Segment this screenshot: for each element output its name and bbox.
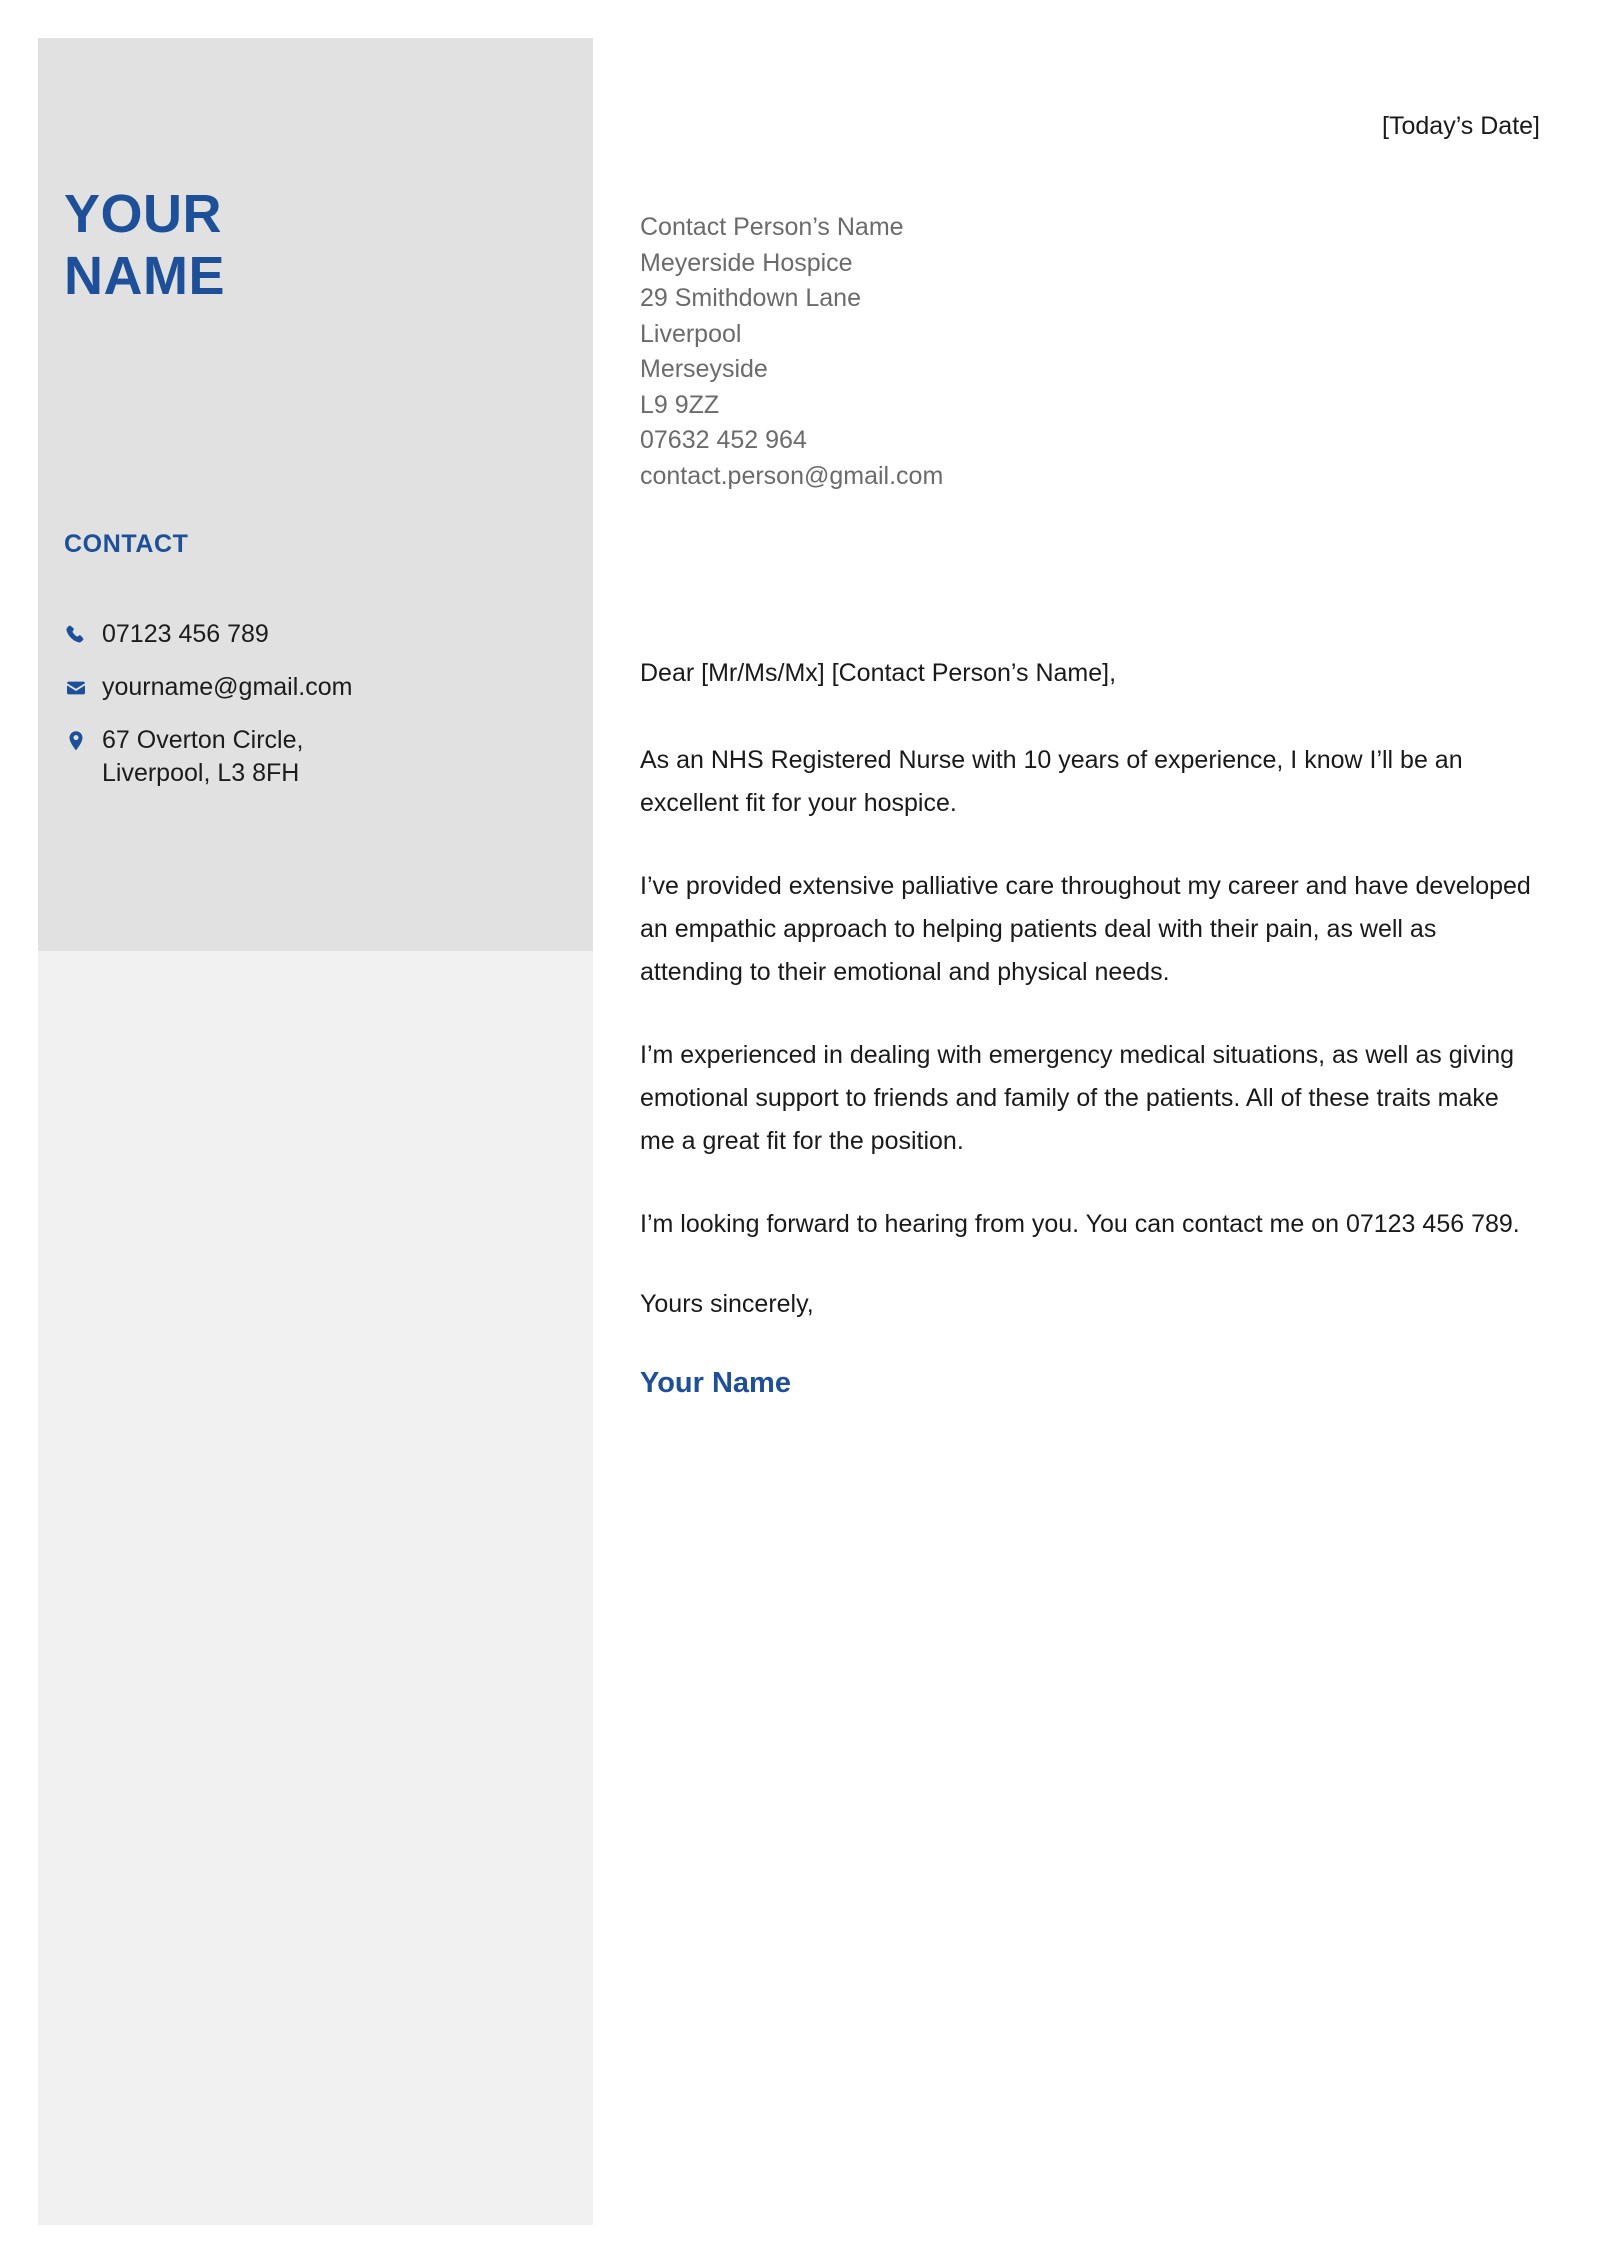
- body-paragraph: I’ve provided extensive palliative care …: [640, 872, 1531, 987]
- envelope-icon: [64, 671, 102, 700]
- applicant-name: YOUR NAME: [64, 184, 564, 307]
- recipient-line: 29 Smithdown Lane: [640, 284, 861, 312]
- location-pin-icon: [64, 724, 102, 753]
- recipient-line: contact.person@gmail.com: [640, 461, 944, 490]
- phone-icon: [64, 618, 102, 647]
- contact-item-email: yourname@gmail.com: [64, 671, 564, 704]
- recipient-line: Liverpool: [640, 319, 742, 348]
- contact-phone-text: 07123 456 789: [102, 620, 269, 648]
- body-paragraph: I’m experienced in dealing with emergenc…: [640, 1041, 1515, 1156]
- body-paragraph: As an NHS Registered Nurse with 10 years…: [640, 746, 1463, 818]
- body-paragraph: I’m looking forward to hearing from you.…: [640, 1210, 1520, 1239]
- recipient-line: Contact Person’s Name: [640, 213, 904, 241]
- letter-body: Dear [Mr/Ms/Mx] [Contact Person’s Name],…: [640, 655, 1540, 1400]
- applicant-name-line-2: NAME: [64, 245, 225, 306]
- sidebar-header-band: [38, 38, 593, 951]
- letter-date: [Today’s Date]: [1382, 112, 1540, 140]
- recipient-line: 07632 452 964: [640, 426, 807, 454]
- recipient-address-block: Contact Person’s Name Meyerside Hospice …: [640, 210, 1540, 494]
- closing-line: Yours sincerely,: [640, 1290, 814, 1319]
- contact-item-phone: 07123 456 789: [64, 618, 564, 651]
- signature-name: Your Name: [640, 1366, 791, 1399]
- recipient-line: Meyerside Hospice: [640, 248, 853, 277]
- sidebar: YOUR NAME CONTACT 07123 456 789 yourname…: [38, 38, 593, 2225]
- applicant-name-line-1: YOUR: [64, 184, 223, 244]
- salutation: Dear [Mr/Ms/Mx] [Contact Person’s Name],: [640, 659, 1117, 687]
- contact-list: 07123 456 789 yourname@gmail.com 67 Over…: [64, 618, 564, 810]
- contact-item-address: 67 Overton Circle, Liverpool, L3 8FH: [64, 724, 564, 790]
- recipient-line: Merseyside: [640, 355, 768, 383]
- recipient-line: L9 9ZZ: [640, 390, 720, 419]
- contact-email-text: yourname@gmail.com: [102, 673, 353, 701]
- cover-letter-page: YOUR NAME CONTACT 07123 456 789 yourname…: [0, 0, 1600, 2263]
- contact-section-heading: CONTACT: [64, 530, 189, 558]
- contact-address-text: 67 Overton Circle, Liverpool, L3 8FH: [102, 726, 304, 787]
